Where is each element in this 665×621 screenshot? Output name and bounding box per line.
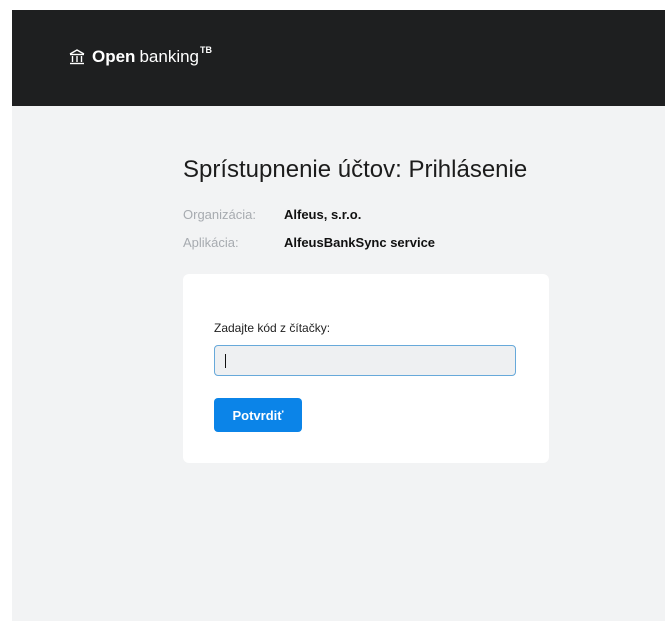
bank-icon [68,48,86,66]
code-input[interactable] [214,345,516,376]
login-card: Zadajte kód z čítačky: Potvrdiť [183,274,549,463]
organization-value: Alfeus, s.r.o. [284,207,362,222]
text-caret [225,354,226,368]
application-row: Aplikácia: AlfeusBankSync service [183,235,435,250]
organization-row: Organizácia: Alfeus, s.r.o. [183,207,361,222]
brand-name-light: banking [139,47,200,66]
page-frame: Open banking TB Sprístupnenie účtov: Pri… [12,10,665,621]
confirm-button[interactable]: Potvrdiť [214,398,302,432]
brand-logo[interactable]: Open banking TB [68,45,213,67]
brand-superscript: TB [200,45,213,55]
header-bar: Open banking TB [12,10,665,106]
page-title: Sprístupnenie účtov: Prihlásenie [183,156,528,183]
application-label: Aplikácia: [183,235,239,250]
code-field-label: Zadajte kód z čítačky: [214,321,331,335]
organization-label: Organizácia: [183,207,256,222]
application-value: AlfeusBankSync service [284,235,436,250]
brand-name-strong: Open [92,47,136,66]
